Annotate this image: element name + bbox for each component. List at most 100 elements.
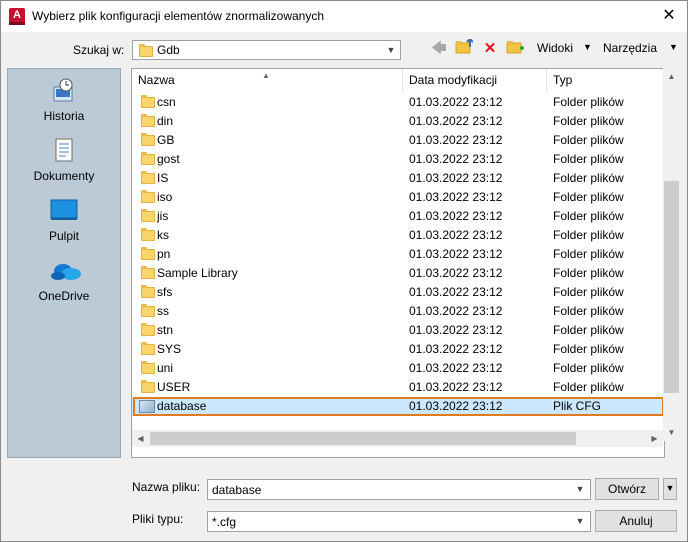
title-bar: A Wybierz plik konfiguracji elementów zn…	[1, 1, 687, 32]
file-date: 01.03.2022 23:12	[409, 399, 503, 413]
views-dropdown-icon[interactable]: ▼	[583, 42, 592, 52]
file-name: stn	[157, 323, 174, 337]
folder-row[interactable]: SYS 01.03.2022 23:12 Folder plików	[132, 340, 662, 359]
file-type: Folder plików	[553, 285, 624, 299]
autocad-app-icon: A	[9, 8, 25, 25]
file-date: 01.03.2022 23:12	[409, 95, 503, 109]
place-label: OneDrive	[38, 289, 90, 303]
file-type: Folder plików	[553, 323, 624, 337]
dialog-title: Wybierz plik konfiguracji elementów znor…	[32, 9, 325, 23]
file-date: 01.03.2022 23:12	[409, 266, 503, 280]
delete-icon[interactable]: ✕	[481, 39, 499, 59]
file-name: sfs	[157, 285, 173, 299]
list-header: ▲ Nazwa Data modyfikacji Typ	[132, 69, 662, 91]
folder-icon	[141, 266, 155, 279]
folder-row[interactable]: IS 01.03.2022 23:12 Folder plików	[132, 169, 662, 188]
file-name: ss	[157, 304, 169, 318]
horizontal-scrollbar[interactable]: ◀ ▶	[132, 430, 663, 447]
scroll-up-icon[interactable]: ▲	[663, 68, 680, 85]
up-folder-button[interactable]	[454, 37, 474, 59]
file-date: 01.03.2022 23:12	[409, 304, 503, 318]
file-name: din	[157, 114, 174, 128]
file-name: csn	[157, 95, 176, 109]
place-desktop[interactable]: Pulpit	[8, 197, 120, 243]
file-name: Sample Library	[157, 266, 238, 280]
place-onedrive[interactable]: OneDrive	[8, 257, 120, 303]
folder-row[interactable]: sfs 01.03.2022 23:12 Folder plików	[132, 283, 662, 302]
folder-row[interactable]: jis 01.03.2022 23:12 Folder plików	[132, 207, 662, 226]
file-date: 01.03.2022 23:12	[409, 361, 503, 375]
column-name[interactable]: ▲ Nazwa	[132, 69, 403, 91]
folder-row[interactable]: USER 01.03.2022 23:12 Folder plików	[132, 378, 662, 397]
open-button[interactable]: Otwórz	[595, 478, 659, 500]
place-history[interactable]: Historia	[8, 77, 120, 123]
file-date: 01.03.2022 23:12	[409, 114, 503, 128]
file-name: SYS	[157, 342, 182, 356]
file-date: 01.03.2022 23:12	[409, 133, 503, 147]
folder-icon	[141, 152, 155, 165]
column-date[interactable]: Data modyfikacji	[403, 69, 547, 91]
folder-row[interactable]: ss 01.03.2022 23:12 Folder plików	[132, 302, 662, 321]
vertical-scrollbar[interactable]: ▲ ▼	[663, 68, 680, 441]
folder-icon	[141, 380, 155, 393]
file-name: jis	[157, 209, 169, 223]
folder-icon	[141, 133, 155, 146]
file-type: Folder plików	[553, 342, 624, 356]
chevron-down-icon[interactable]: ▼	[572, 512, 588, 531]
folder-row[interactable]: gost 01.03.2022 23:12 Folder plików	[132, 150, 662, 169]
filename-label: Nazwa pliku:	[132, 480, 201, 494]
file-date: 01.03.2022 23:12	[409, 190, 503, 204]
folder-icon	[141, 228, 155, 241]
folder-row[interactable]: ks 01.03.2022 23:12 Folder plików	[132, 226, 662, 245]
look-in-value: Gdb	[157, 43, 180, 57]
file-date: 01.03.2022 23:12	[409, 152, 503, 166]
file-name: database	[157, 399, 207, 413]
folder-icon	[141, 171, 155, 184]
filename-value[interactable]: database	[212, 483, 261, 497]
scroll-down-icon[interactable]: ▼	[663, 424, 680, 441]
folder-row[interactable]: GB 01.03.2022 23:12 Folder plików	[132, 131, 662, 150]
folder-row[interactable]: iso 01.03.2022 23:12 Folder plików	[132, 188, 662, 207]
folder-row[interactable]: din 01.03.2022 23:12 Folder plików	[132, 112, 662, 131]
file-date: 01.03.2022 23:12	[409, 380, 503, 394]
folder-row[interactable]: uni 01.03.2022 23:12 Folder plików	[132, 359, 662, 378]
file-type: Plik CFG	[553, 399, 601, 413]
scroll-thumb[interactable]	[664, 181, 679, 393]
scroll-thumb[interactable]	[150, 432, 576, 445]
file-row[interactable]: database 01.03.2022 23:12 Plik CFG	[132, 397, 662, 416]
cancel-button[interactable]: Anuluj	[595, 510, 677, 532]
file-date: 01.03.2022 23:12	[409, 228, 503, 242]
close-icon[interactable]: ✕	[657, 5, 681, 27]
look-in-dropdown[interactable]: Gdb ▼	[132, 40, 401, 60]
chevron-down-icon[interactable]: ▼	[572, 480, 588, 499]
open-options-button[interactable]: ▼	[663, 478, 677, 500]
folder-row[interactable]: pn 01.03.2022 23:12 Folder plików	[132, 245, 662, 264]
place-label: Historia	[43, 109, 85, 123]
file-name: pn	[157, 247, 171, 261]
folder-row[interactable]: csn 01.03.2022 23:12 Folder plików	[132, 93, 662, 112]
scroll-right-icon[interactable]: ▶	[646, 430, 663, 447]
filetype-label: Pliki typu:	[132, 512, 184, 526]
tools-menu[interactable]: Narzędzia	[603, 41, 657, 55]
back-arrow-icon[interactable]: 🡄	[430, 39, 448, 59]
views-menu[interactable]: Widoki	[537, 41, 573, 55]
place-documents[interactable]: Dokumenty	[8, 137, 120, 183]
new-folder-button[interactable]	[505, 39, 525, 59]
folder-row[interactable]: stn 01.03.2022 23:12 Folder plików	[132, 321, 662, 340]
folder-icon	[141, 95, 155, 108]
folder-icon	[141, 342, 155, 355]
file-name: IS	[157, 171, 169, 185]
folder-icon	[139, 44, 153, 57]
file-type: Folder plików	[553, 114, 624, 128]
file-type: Folder plików	[553, 171, 624, 185]
folder-row[interactable]: Sample Library 01.03.2022 23:12 Folder pli…	[132, 264, 662, 283]
file-type: Folder plików	[553, 209, 624, 223]
tools-dropdown-icon[interactable]: ▼	[669, 42, 678, 52]
filename-combobox[interactable]: database ▼	[207, 479, 591, 500]
chevron-down-icon[interactable]: ▼	[382, 41, 400, 59]
scroll-left-icon[interactable]: ◀	[132, 430, 149, 447]
column-type[interactable]: Typ	[547, 69, 662, 91]
folder-icon	[141, 361, 155, 374]
filetype-combobox[interactable]: *.cfg ▼	[207, 511, 591, 532]
file-type: Folder plików	[553, 133, 624, 147]
